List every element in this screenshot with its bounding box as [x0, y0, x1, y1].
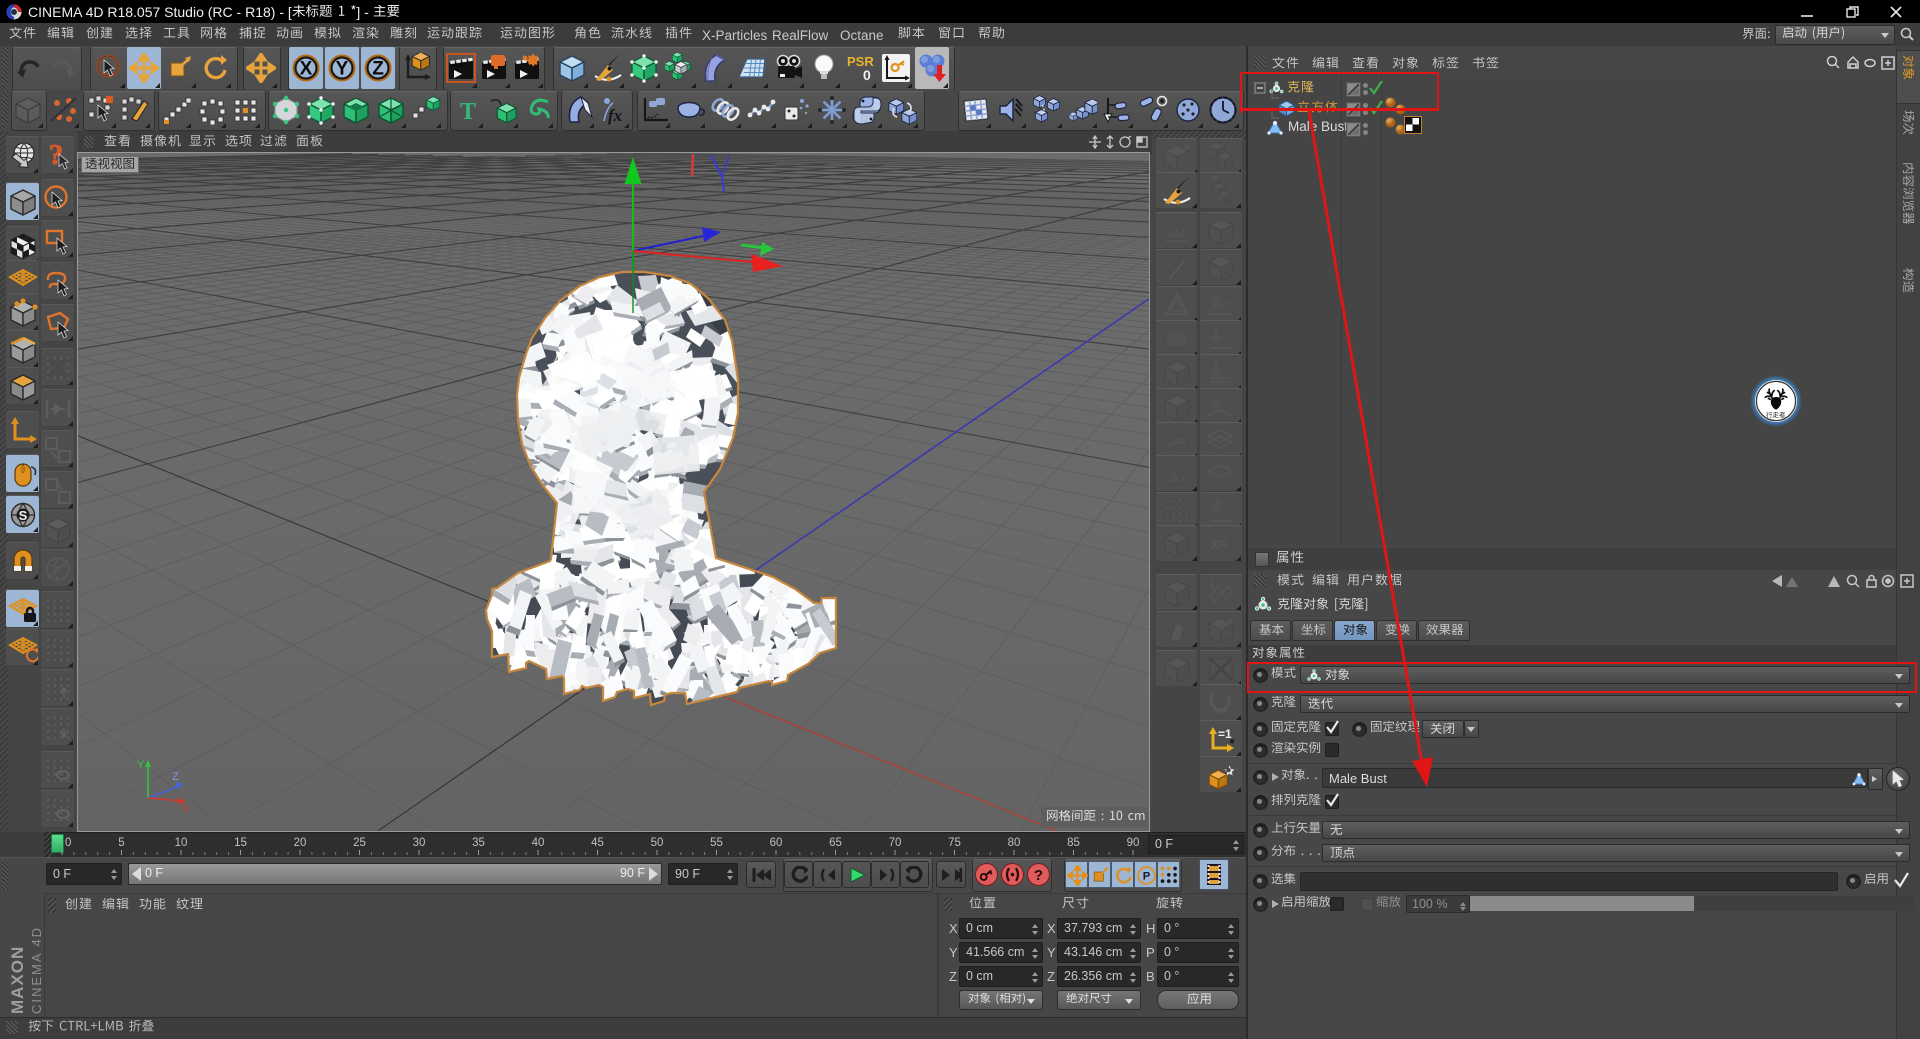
svg-text:x=: x=	[1210, 536, 1228, 553]
svg-text:70: 70	[889, 837, 902, 849]
svg-text:30: 30	[413, 837, 426, 849]
svg-text:Y: Y	[336, 59, 349, 80]
svg-text:65: 65	[829, 837, 842, 849]
svg-text:35: 35	[472, 837, 485, 849]
svg-text:50: 50	[651, 837, 664, 849]
svg-text:S: S	[18, 508, 27, 523]
svg-text:Z: Z	[172, 771, 179, 783]
svg-text:fx: fx	[608, 106, 623, 125]
svg-text:10: 10	[175, 837, 188, 849]
svg-text:20: 20	[294, 837, 307, 849]
svg-text:=1: =1	[1218, 727, 1232, 741]
svg-text:X: X	[182, 803, 190, 815]
svg-text:60: 60	[770, 837, 783, 849]
svg-text:15: 15	[234, 837, 247, 849]
svg-text:Z: Z	[372, 59, 384, 80]
svg-text:40: 40	[532, 837, 545, 849]
svg-text:25: 25	[353, 837, 366, 849]
svg-text:?: ?	[1034, 867, 1043, 884]
svg-text:X: X	[300, 59, 313, 80]
svg-text:75: 75	[948, 837, 961, 849]
svg-text:55: 55	[710, 837, 723, 849]
svg-text:85: 85	[1067, 837, 1080, 849]
svg-text:0: 0	[65, 837, 71, 849]
svg-text:T: T	[459, 99, 475, 125]
svg-text:P: P	[1143, 871, 1151, 883]
svg-text:80: 80	[1008, 837, 1021, 849]
svg-text:45: 45	[591, 837, 604, 849]
svg-text:5: 5	[118, 837, 124, 849]
svg-text:0: 0	[863, 67, 871, 83]
svg-text:Y: Y	[137, 759, 145, 771]
svg-text:90: 90	[1127, 837, 1140, 849]
